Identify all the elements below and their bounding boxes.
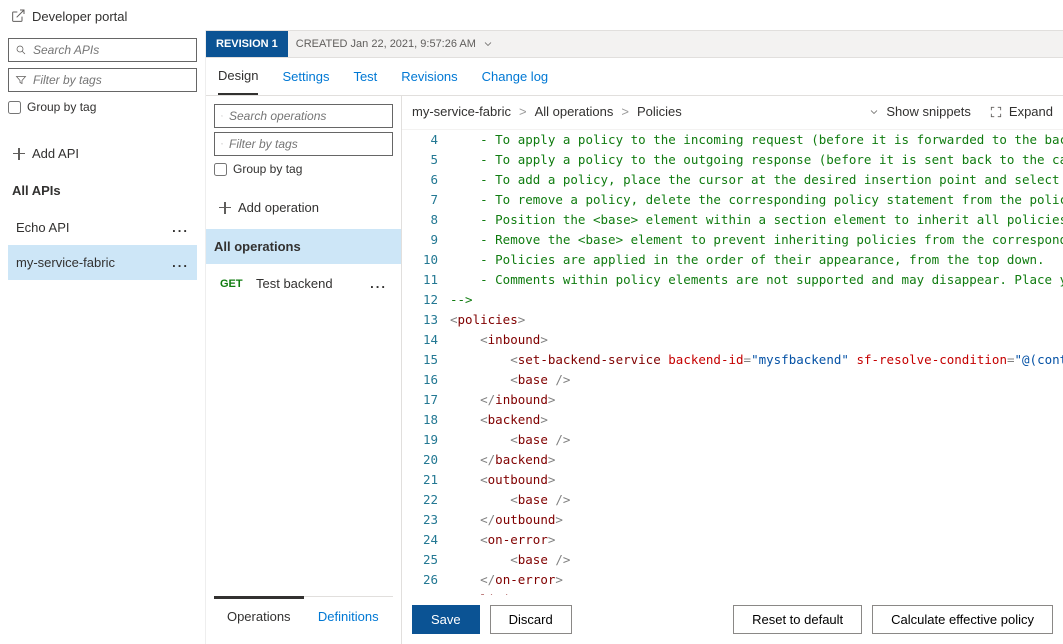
group-by-tag-apis[interactable]: Group by tag [8, 98, 197, 116]
operation-name: Test backend [252, 276, 370, 291]
breadcrumb: my-service-fabric > All operations > Policie… [412, 104, 682, 119]
expand-icon [989, 105, 1003, 119]
search-operations-input-wrap[interactable] [214, 104, 393, 128]
search-icon [221, 109, 223, 123]
api-list-pane: Group by tag Add API All APIs Echo API..… [0, 30, 206, 644]
more-icon[interactable]: ... [172, 220, 189, 235]
developer-portal-label: Developer portal [32, 9, 127, 24]
group-by-tag-ops-checkbox[interactable] [214, 163, 227, 176]
breadcrumb-separator: > [621, 104, 629, 119]
search-apis-input[interactable] [33, 43, 190, 57]
api-name: Echo API [16, 220, 69, 235]
policy-editor-pane: my-service-fabric > All operations > Policie… [402, 96, 1063, 644]
group-by-tag-apis-label: Group by tag [27, 100, 96, 114]
policy-code-editor[interactable]: 4567891011121314151617181920212223242526… [402, 129, 1063, 595]
add-api-button[interactable]: Add API [8, 138, 197, 169]
all-apis-heading: All APIs [8, 175, 197, 204]
tab-design[interactable]: Design [218, 58, 258, 95]
filter-icon [15, 73, 27, 87]
add-api-label: Add API [32, 146, 79, 161]
discard-button[interactable]: Discard [490, 605, 572, 634]
show-snippets-label: Show snippets [886, 104, 971, 119]
show-snippets-button[interactable]: Show snippets [868, 104, 971, 119]
save-button[interactable]: Save [412, 605, 480, 634]
revision-badge: REVISION 1 [206, 31, 288, 57]
developer-portal-link[interactable]: Developer portal [0, 0, 1063, 30]
api-name: my-service-fabric [16, 255, 115, 270]
api-row[interactable]: Echo API... [8, 210, 197, 245]
tab-revisions[interactable]: Revisions [401, 59, 457, 94]
breadcrumb-segment[interactable]: my-service-fabric [412, 104, 511, 119]
breadcrumb-segment[interactable]: All operations [535, 104, 614, 119]
filter-apis-input[interactable] [33, 73, 190, 87]
breadcrumb-separator: > [519, 104, 527, 119]
tab-operations[interactable]: Operations [214, 596, 304, 634]
search-operations-input[interactable] [229, 109, 386, 123]
revision-created[interactable]: CREATED Jan 22, 2021, 9:57:26 AM [288, 38, 502, 50]
tab-test[interactable]: Test [353, 59, 377, 94]
breadcrumb-segment: Policies [637, 104, 682, 119]
revision-created-label: CREATED Jan 22, 2021, 9:57:26 AM [296, 38, 476, 50]
reset-to-default-button[interactable]: Reset to default [733, 605, 862, 634]
filter-operations-input[interactable] [229, 137, 386, 151]
http-verb-badge: GET [220, 278, 252, 290]
add-operation-label: Add operation [238, 200, 319, 215]
expand-label: Expand [1009, 104, 1053, 119]
plus-icon [12, 147, 26, 161]
tab-definitions[interactable]: Definitions [304, 599, 394, 634]
chevron-down-icon [868, 106, 880, 118]
expand-button[interactable]: Expand [989, 104, 1053, 119]
tab-change-log[interactable]: Change log [482, 59, 549, 94]
api-row[interactable]: my-service-fabric... [8, 245, 197, 280]
tabs-row: Design Settings Test Revisions Change log [206, 58, 1063, 96]
more-icon[interactable]: ... [370, 276, 387, 291]
group-by-tag-ops[interactable]: Group by tag [214, 160, 393, 178]
tab-settings[interactable]: Settings [282, 59, 329, 94]
external-link-icon [10, 8, 26, 24]
operation-item[interactable]: GETTest backend... [214, 266, 393, 301]
search-apis-input-wrap[interactable] [8, 38, 197, 62]
line-gutter: 4567891011121314151617181920212223242526… [402, 130, 450, 595]
add-operation-button[interactable]: Add operation [214, 192, 393, 223]
group-by-tag-apis-checkbox[interactable] [8, 101, 21, 114]
all-operations-item[interactable]: All operations [206, 229, 401, 264]
plus-icon [218, 201, 232, 215]
filter-icon [221, 137, 223, 151]
filter-apis-input-wrap[interactable] [8, 68, 197, 92]
filter-operations-input-wrap[interactable] [214, 132, 393, 156]
code-lines: - To apply a policy to the incoming requ… [450, 130, 1063, 595]
revision-bar: REVISION 1 CREATED Jan 22, 2021, 9:57:26… [206, 30, 1063, 58]
all-operations-label: All operations [214, 239, 301, 254]
calculate-effective-policy-button[interactable]: Calculate effective policy [872, 605, 1053, 634]
more-icon[interactable]: ... [172, 255, 189, 270]
group-by-tag-ops-label: Group by tag [233, 162, 302, 176]
api-list: Echo API...my-service-fabric... [8, 210, 197, 280]
chevron-down-icon [482, 38, 494, 50]
operations-pane: Group by tag Add operation All operation… [206, 96, 402, 644]
search-icon [15, 43, 27, 57]
